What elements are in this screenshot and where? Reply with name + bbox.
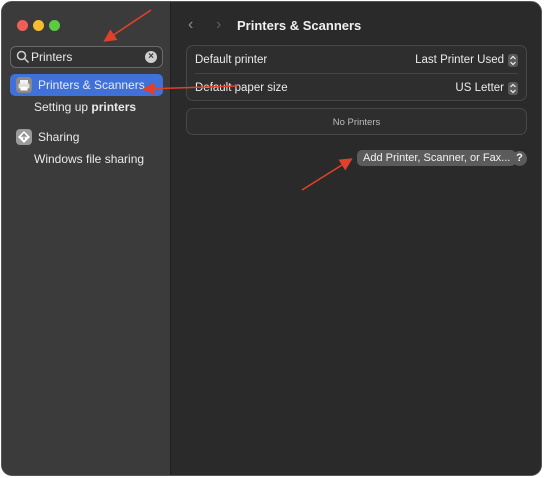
search-icon — [16, 50, 30, 64]
add-printer-button[interactable]: Add Printer, Scanner, or Fax... — [357, 150, 517, 166]
search-input[interactable]: Printers — [31, 50, 72, 64]
sidebar-item-windows-file-sharing[interactable]: Windows file sharing — [34, 152, 144, 166]
minimize-window-button[interactable] — [33, 20, 44, 31]
sidebar-item-sharing[interactable]: Sharing — [10, 126, 163, 148]
empty-list-text: No Printers — [332, 117, 381, 128]
main-pane: ‹ › Printers & Scanners Default printer … — [171, 2, 541, 475]
back-button[interactable]: ‹ — [188, 16, 193, 34]
close-window-button[interactable] — [17, 20, 28, 31]
settings-window: Printers × Printers & Scanners Setting u… — [1, 1, 542, 476]
sidebar-item-label: Sharing — [38, 130, 80, 144]
page-title: Printers & Scanners — [237, 18, 362, 33]
sidebar-item-printers-scanners[interactable]: Printers & Scanners — [10, 74, 163, 96]
sharing-icon — [16, 129, 32, 145]
printer-icon — [16, 77, 32, 93]
search-field[interactable]: Printers × — [10, 46, 163, 68]
sidebar-item-label: Printers & Scanners — [38, 78, 145, 92]
defaults-group: Default printer Last Printer Used Defaul… — [186, 45, 527, 101]
default-paper-size-label: Default paper size — [195, 82, 288, 94]
clear-search-icon[interactable]: × — [145, 51, 157, 63]
default-paper-size-row[interactable]: Default paper size US Letter — [187, 74, 526, 102]
forward-button[interactable]: › — [216, 16, 221, 34]
sidebar: Printers × Printers & Scanners Setting u… — [2, 2, 171, 475]
default-paper-size-value[interactable]: US Letter — [455, 82, 504, 94]
default-printer-row[interactable]: Default printer Last Printer Used — [187, 46, 526, 74]
help-button[interactable]: ? — [512, 151, 527, 166]
sidebar-item-setting-up-printers[interactable]: Setting up printers — [34, 100, 136, 114]
popup-chevron-icon[interactable] — [508, 54, 518, 67]
default-printer-label: Default printer — [195, 54, 268, 66]
zoom-window-button[interactable] — [49, 20, 60, 31]
printers-list: No Printers — [186, 108, 527, 135]
default-printer-value[interactable]: Last Printer Used — [415, 54, 504, 66]
popup-chevron-icon[interactable] — [508, 82, 518, 95]
